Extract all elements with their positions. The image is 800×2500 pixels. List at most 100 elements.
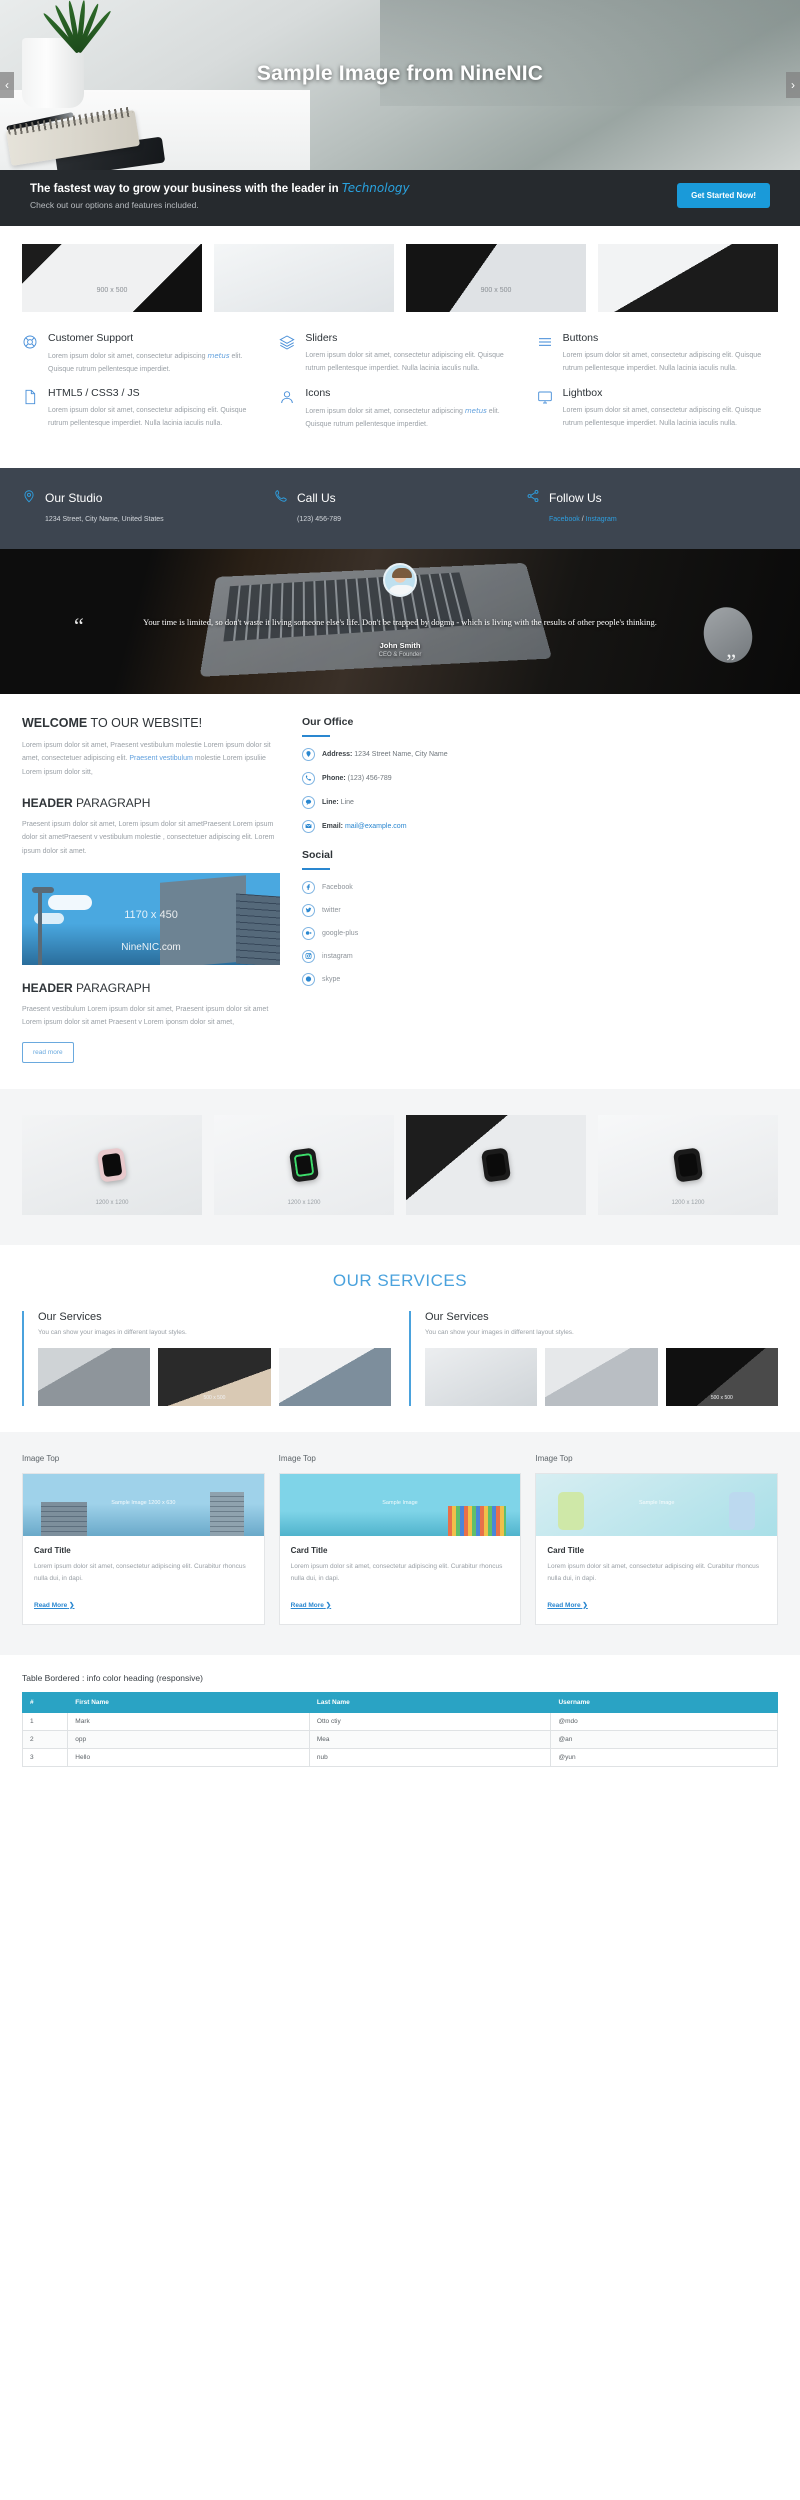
card-top-label: Image Top bbox=[22, 1453, 60, 1463]
get-started-button[interactable]: Get Started Now! bbox=[677, 183, 770, 208]
gallery-row: 1200 x 1200 1200 x 1200 1200 x 1200 bbox=[0, 1088, 800, 1245]
card-title: Card Title bbox=[34, 1545, 71, 1555]
file-icon bbox=[22, 387, 39, 432]
card-text: Lorem ipsum dolor sit amet, consectetur … bbox=[290, 1562, 503, 1582]
gallery-item[interactable]: 1200 x 1200 bbox=[22, 1114, 202, 1215]
features-row: Customer Support Lorem ipsum dolor sit a… bbox=[22, 332, 778, 377]
office-sidebar: Our Office Address: 1234 Street Name, Ci… bbox=[302, 716, 778, 1063]
services-header: OUR SERVICES bbox=[0, 1244, 800, 1311]
thumbnail-row: 900 x 500 900 x 500 bbox=[0, 226, 800, 326]
feature-item-buttons: Buttons Lorem ipsum dolor sit amet, cons… bbox=[537, 332, 778, 377]
office-item-label: Line: bbox=[322, 798, 339, 806]
card-image[interactable]: Sample Image bbox=[279, 1473, 521, 1536]
service-image[interactable] bbox=[278, 1347, 391, 1406]
thumbnail-label: 900 x 500 bbox=[480, 287, 512, 294]
table-header-row: # First Name Last Name Username bbox=[21, 1691, 778, 1713]
office-item-address: Address: 1234 Street Name, City Name bbox=[302, 747, 778, 761]
map-pin-icon bbox=[22, 488, 37, 509]
card-column: Image Top Sample Image Card Title Lorem … bbox=[535, 1454, 779, 1625]
feature-title: Customer Support bbox=[48, 332, 134, 344]
card-column: Image Top Sample Image 1200 x 630 Card T… bbox=[22, 1454, 265, 1625]
social-item-google-plus[interactable]: google-plus bbox=[302, 926, 778, 940]
service-image[interactable] bbox=[545, 1347, 658, 1406]
feature-text: Lorem ipsum dolor sit amet, consectetur … bbox=[305, 405, 520, 432]
table-cell: @yun bbox=[550, 1747, 778, 1767]
contact-title: Call Us bbox=[297, 491, 336, 506]
table-cell: Mark bbox=[67, 1711, 310, 1731]
services-heading: OUR SERVICES bbox=[332, 1270, 468, 1290]
gallery-item[interactable]: 1200 x 1200 bbox=[598, 1114, 778, 1215]
data-table: # First Name Last Name Username 1 Mark O… bbox=[21, 1691, 778, 1767]
social-label: skype bbox=[322, 975, 341, 983]
feature-text-highlight: metus bbox=[464, 406, 487, 415]
welcome-p1-link[interactable]: Praesent vestibulum bbox=[129, 755, 192, 762]
cta-title-accent: Technology bbox=[341, 181, 410, 195]
office-item-value[interactable]: mail@example.com bbox=[343, 823, 407, 830]
features-grid: Customer Support Lorem ipsum dolor sit a… bbox=[0, 326, 800, 468]
office-item-line: Line: Line bbox=[302, 795, 778, 809]
carousel-prev-icon[interactable]: ‹ bbox=[0, 72, 14, 98]
feature-title: Lightbox bbox=[562, 386, 603, 399]
thumbnail-item[interactable] bbox=[598, 244, 778, 312]
service-image[interactable]: 500 x 500 bbox=[665, 1347, 778, 1406]
social-item-facebook[interactable]: Facebook bbox=[302, 880, 778, 894]
card-title: Card Title bbox=[290, 1545, 328, 1555]
table-cell: 1 bbox=[21, 1711, 69, 1731]
welcome-section: WELCOME TO OUR WEBSITE! Lorem ipsum dolo… bbox=[0, 693, 800, 1089]
social-item-twitter[interactable]: twitter bbox=[302, 903, 778, 917]
read-more-button[interactable]: read more bbox=[22, 1041, 74, 1063]
user-icon bbox=[279, 387, 296, 432]
carousel-next-icon[interactable]: › bbox=[786, 72, 800, 98]
social-item-skype[interactable]: skype bbox=[302, 972, 778, 986]
service-image[interactable]: 500 x 500 bbox=[158, 1347, 271, 1406]
welcome-paragraph-3: Praesent vestibulum Lorem ipsum dolor si… bbox=[22, 1005, 269, 1027]
cta-subtitle: Check out our options and features inclu… bbox=[30, 200, 199, 210]
welcome-paragraph-2: Praesent ipsum dolor sit amet, Lorem ips… bbox=[22, 820, 275, 855]
service-image-label: 500 x 500 bbox=[203, 1394, 226, 1401]
thumbnail-item[interactable]: 900 x 500 bbox=[22, 244, 202, 312]
welcome-image-label-top: 1170 x 450 bbox=[124, 908, 178, 921]
service-card: Our Services You can show your images in… bbox=[22, 1310, 391, 1406]
table-section: Table Bordered : info color heading (res… bbox=[0, 1654, 800, 1789]
service-image[interactable] bbox=[425, 1347, 538, 1406]
heading-underline bbox=[302, 734, 330, 737]
gallery-item[interactable]: 1200 x 1200 bbox=[214, 1114, 394, 1215]
card-image[interactable]: Sample Image 1200 x 630 bbox=[23, 1473, 264, 1536]
thumbnail-item[interactable] bbox=[214, 244, 394, 312]
watch-decoration bbox=[96, 1147, 128, 1183]
feature-text: Lorem ipsum dolor sit amet, consectetur … bbox=[562, 406, 762, 427]
hero-title: Sample Image from NineNIC bbox=[256, 62, 544, 85]
share-icon bbox=[526, 488, 541, 509]
office-item-text: Address: 1234 Street Name, City Name bbox=[322, 751, 448, 758]
office-item-email: Email: mail@example.com bbox=[302, 819, 778, 833]
quote-open-icon: “ bbox=[74, 612, 84, 638]
feature-title: HTML5 / CSS3 / JS bbox=[48, 386, 140, 399]
facebook-link[interactable]: Facebook bbox=[549, 516, 580, 523]
social-label: instagram bbox=[322, 952, 353, 960]
table-column-header: First Name bbox=[67, 1691, 310, 1713]
office-item-value: Line bbox=[338, 798, 354, 806]
feature-title: Buttons bbox=[562, 332, 599, 344]
table-cell: 3 bbox=[21, 1747, 69, 1767]
card-text: Lorem ipsum dolor sit amet, consectetur … bbox=[547, 1562, 760, 1582]
card-read-more-link[interactable]: Read More ❯ bbox=[291, 1602, 332, 1609]
feature-text-highlight: metus bbox=[207, 352, 230, 360]
card: Sample Image Card Title Lorem ipsum dolo… bbox=[278, 1472, 522, 1625]
facebook-icon bbox=[302, 880, 315, 894]
quote-close-icon: ” bbox=[726, 648, 736, 674]
service-image[interactable] bbox=[38, 1347, 151, 1406]
card-image-label: Sample Image bbox=[382, 1499, 418, 1506]
office-item-phone: Phone: (123) 456-789 bbox=[302, 771, 778, 785]
instagram-link[interactable]: Instagram bbox=[586, 516, 617, 523]
card-read-more-link[interactable]: Read More ❯ bbox=[547, 1602, 588, 1609]
gallery-item[interactable] bbox=[406, 1114, 586, 1215]
table-cell: @mdo bbox=[550, 1711, 778, 1731]
office-item-value: 1234 Street Name, City Name bbox=[352, 750, 448, 758]
card-image[interactable]: Sample Image bbox=[536, 1473, 778, 1536]
card-read-more-link[interactable]: Read More ❯ bbox=[34, 1602, 75, 1609]
map-pin-icon bbox=[302, 747, 315, 761]
social-item-instagram[interactable]: instagram bbox=[302, 949, 778, 963]
office-item-label: Phone: bbox=[322, 774, 346, 782]
table-row: 3 Hello nub @yun bbox=[21, 1747, 778, 1767]
thumbnail-item[interactable]: 900 x 500 bbox=[406, 244, 586, 312]
